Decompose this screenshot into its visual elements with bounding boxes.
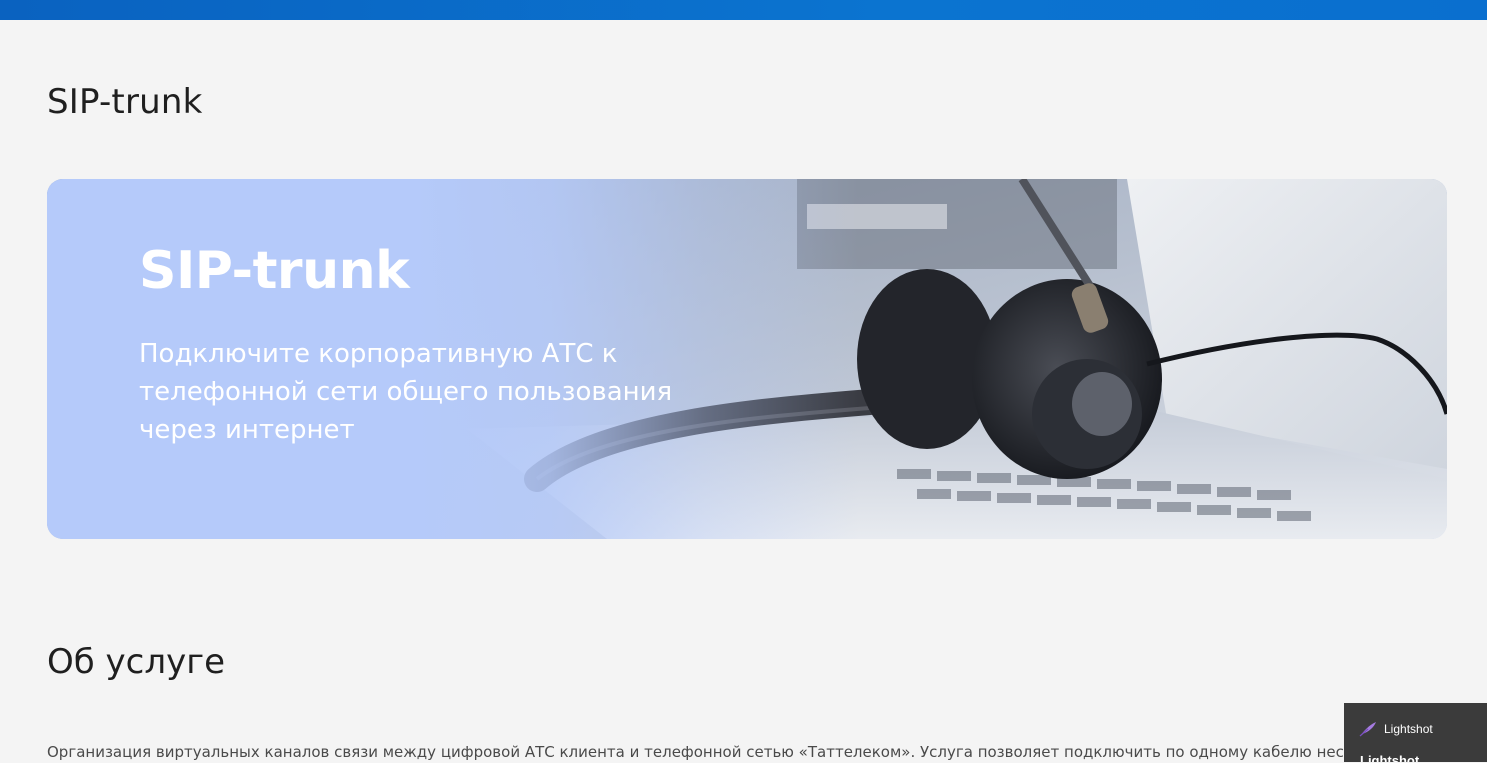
page-title: SIP-trunk bbox=[47, 82, 203, 122]
top-bar bbox=[0, 0, 1487, 20]
lightshot-label: Lightshot bbox=[1384, 722, 1433, 736]
banner-title: SIP-trunk bbox=[139, 241, 410, 301]
about-text: Организация виртуальных каналов связи ме… bbox=[47, 743, 1367, 761]
feather-icon bbox=[1359, 722, 1376, 737]
promo-banner: SIP-trunk Подключите корпоративную АТС к… bbox=[47, 179, 1447, 539]
banner-subtitle: Подключите корпоративную АТС к телефонно… bbox=[139, 339, 673, 445]
lightshot-label-secondary: Lightshot bbox=[1360, 753, 1420, 762]
lightshot-notification[interactable]: Lightshot Lightshot bbox=[1344, 703, 1487, 762]
about-heading: Об услуге bbox=[47, 642, 225, 682]
